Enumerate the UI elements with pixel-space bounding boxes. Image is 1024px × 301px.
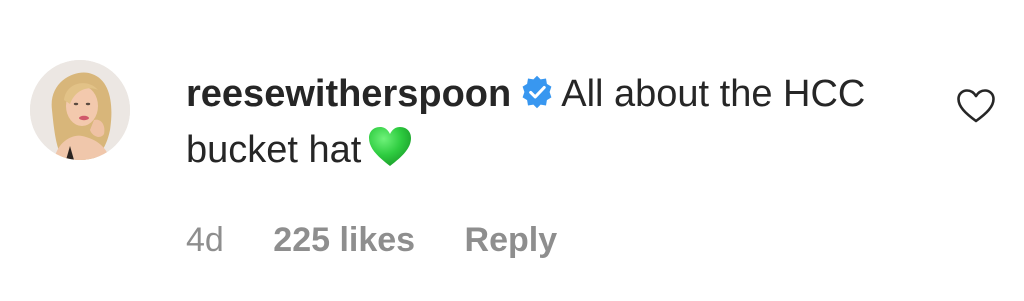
- comment: reesewitherspoon All about the HCC bucke…: [0, 0, 1024, 301]
- heart-outline-icon[interactable]: [956, 88, 996, 124]
- green-heart-emoji: [367, 126, 413, 168]
- likes-count-button[interactable]: 225 likes: [273, 220, 415, 260]
- username-link[interactable]: reesewitherspoon: [186, 73, 511, 115]
- avatar[interactable]: [30, 60, 130, 160]
- reply-button[interactable]: Reply: [465, 220, 558, 260]
- profile-photo: [30, 60, 130, 160]
- timestamp: 4d: [186, 221, 224, 259]
- verified-badge-icon: [519, 70, 555, 109]
- comment-body: reesewitherspoon All about the HCC bucke…: [186, 66, 926, 178]
- comment-meta: 4d 225 likes Reply: [186, 220, 557, 260]
